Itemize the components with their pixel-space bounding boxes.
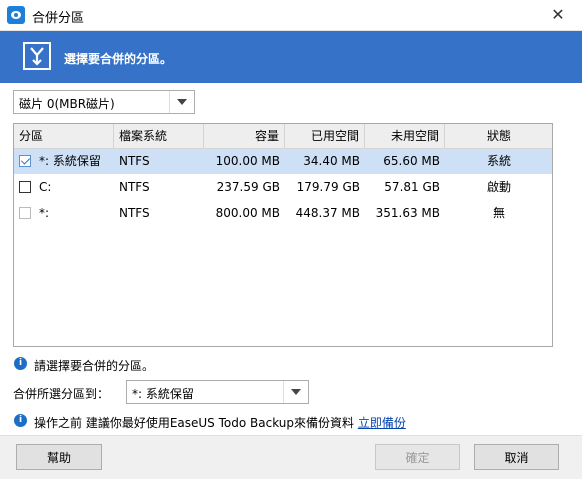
column-header-capacity[interactable]: 容量 xyxy=(204,124,285,148)
button-bar: 幫助 確定 取消 xyxy=(0,435,582,479)
info-icon: i xyxy=(14,414,27,427)
cell-partition: C: xyxy=(39,180,52,194)
column-header-free[interactable]: 未用空間 xyxy=(365,124,445,148)
row-checkbox[interactable] xyxy=(19,207,31,219)
cell-capacity: 237.59 GB xyxy=(216,180,280,194)
cell-filesystem: NTFS xyxy=(119,180,150,194)
column-header-partition[interactable]: 分區 xyxy=(14,124,114,148)
cell-free: 57.81 GB xyxy=(384,180,440,194)
merge-target-dropdown[interactable]: *: 系統保留 xyxy=(126,380,309,404)
cell-status: 系統 xyxy=(486,154,511,168)
cancel-button[interactable]: 取消 xyxy=(474,444,559,470)
table-row[interactable]: *: NTFS 800.00 MB 448.37 MB 351.63 MB 無 xyxy=(14,201,552,226)
app-logo-icon xyxy=(7,6,25,24)
cell-capacity: 800.00 MB xyxy=(215,206,280,220)
banner-text: 選擇要合併的分區。 xyxy=(64,52,173,66)
partition-table: 分區 檔案系統 容量 已用空間 未用空間 狀態 *: 系統保留 NTFS 100… xyxy=(13,123,553,347)
cell-status: 啟動 xyxy=(486,180,511,194)
cell-used: 34.40 MB xyxy=(303,154,360,168)
backup-tip: 操作之前 建議你最好使用EaseUS Todo Backup來備份資料 立即備份 xyxy=(34,414,406,431)
close-icon[interactable]: ✕ xyxy=(548,5,568,25)
cell-status: 無 xyxy=(492,206,505,220)
instruction-text: 請選擇要合併的分區。 xyxy=(34,359,155,373)
row-checkbox[interactable] xyxy=(19,181,31,193)
disk-dropdown[interactable]: 磁片 0(MBR磁片) xyxy=(13,90,195,114)
info-icon: i xyxy=(14,357,27,370)
cell-partition: *: 系統保留 xyxy=(39,154,101,168)
table-row[interactable]: *: 系統保留 NTFS 100.00 MB 34.40 MB 65.60 MB… xyxy=(14,149,552,174)
window-title: 合併分區 xyxy=(32,11,85,26)
column-header-status[interactable]: 狀態 xyxy=(445,124,553,148)
disk-dropdown-value: 磁片 0(MBR磁片) xyxy=(19,97,115,111)
table-row[interactable]: C: NTFS 237.59 GB 179.79 GB 57.81 GB 啟動 xyxy=(14,175,552,200)
merge-target-value: *: 系統保留 xyxy=(132,387,194,401)
chevron-down-icon[interactable] xyxy=(283,381,308,403)
ok-button[interactable]: 確定 xyxy=(375,444,460,470)
cell-free: 351.63 MB xyxy=(375,206,440,220)
cell-filesystem: NTFS xyxy=(119,154,150,168)
merge-partition-icon xyxy=(23,42,51,70)
column-header-filesystem[interactable]: 檔案系統 xyxy=(114,124,204,148)
backup-tip-text: 操作之前 建議你最好使用EaseUS Todo Backup來備份資料 xyxy=(34,416,358,430)
cell-filesystem: NTFS xyxy=(119,206,150,220)
cell-partition: *: xyxy=(39,206,50,220)
backup-now-link[interactable]: 立即備份 xyxy=(358,416,406,430)
cell-used: 448.37 MB xyxy=(295,206,360,220)
merge-target-label: 合併所選分區到： xyxy=(13,387,110,401)
row-checkbox[interactable] xyxy=(19,155,31,167)
title-bar: 合併分區 ✕ xyxy=(0,0,582,31)
header-banner: 選擇要合併的分區。 xyxy=(0,31,582,83)
column-header-used[interactable]: 已用空間 xyxy=(285,124,365,148)
table-header: 分區 檔案系統 容量 已用空間 未用空間 狀態 xyxy=(14,124,552,149)
chevron-down-icon[interactable] xyxy=(169,91,194,113)
cell-free: 65.60 MB xyxy=(383,154,440,168)
help-button[interactable]: 幫助 xyxy=(16,444,102,470)
cell-used: 179.79 GB xyxy=(296,180,360,194)
cell-capacity: 100.00 MB xyxy=(215,154,280,168)
